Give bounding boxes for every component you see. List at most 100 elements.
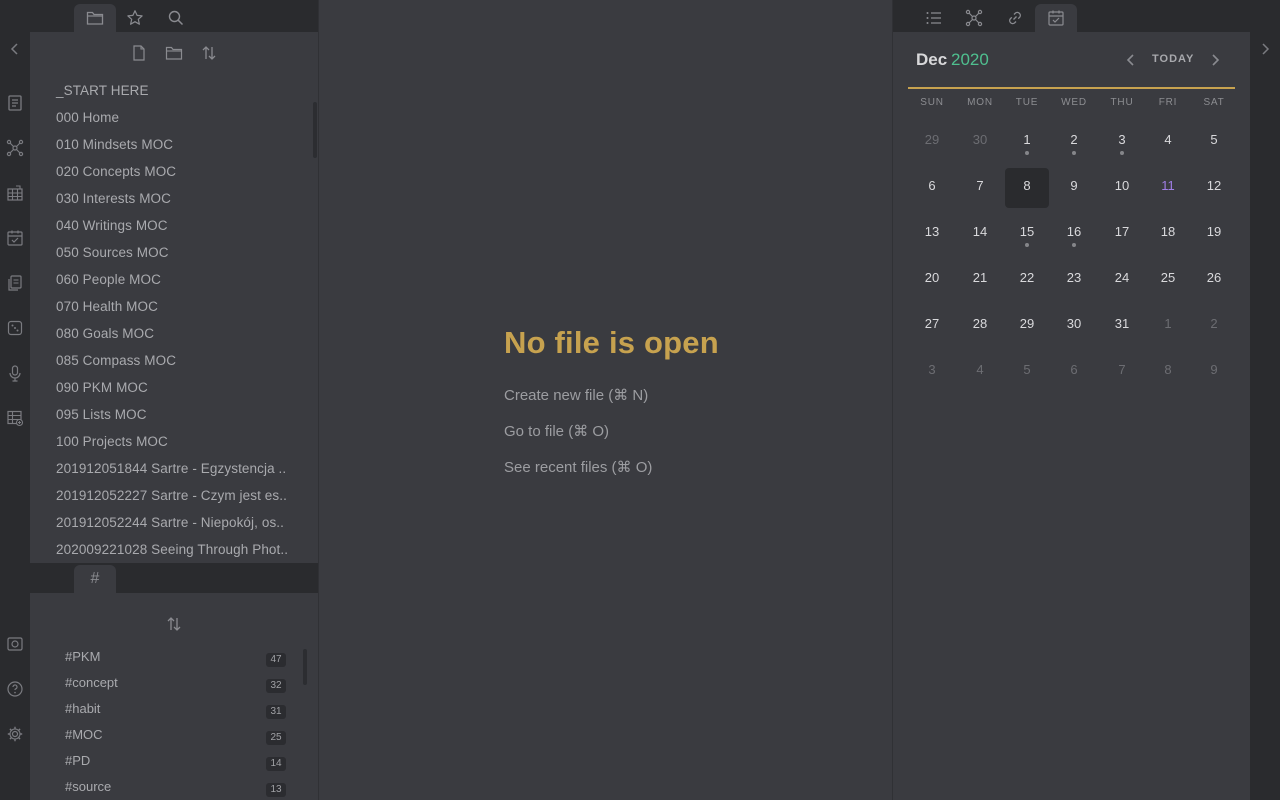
file-item[interactable]: _START HERE <box>56 83 149 98</box>
calendar-day[interactable]: 7 <box>958 168 1002 208</box>
calendar-day[interactable]: 6 <box>910 168 954 208</box>
file-item[interactable]: 095 Lists MOC <box>56 407 147 422</box>
tab-local-graph[interactable] <box>953 4 995 32</box>
file-item[interactable]: 090 PKM MOC <box>56 380 148 395</box>
calendar-day[interactable]: 19 <box>1192 214 1236 254</box>
calendar-day[interactable]: 23 <box>1052 260 1096 300</box>
tag-list-scrollbar[interactable] <box>303 649 307 685</box>
calendar-day[interactable]: 14 <box>958 214 1002 254</box>
file-item[interactable]: 202009221028 Seeing Through Phot.. <box>56 542 288 557</box>
calendar-day[interactable]: 1 <box>1146 306 1190 346</box>
new-folder-icon[interactable] <box>165 44 183 62</box>
file-item[interactable]: 060 People MOC <box>56 272 161 287</box>
daily-note-icon[interactable] <box>6 229 24 247</box>
calendar-day[interactable]: 28 <box>958 306 1002 346</box>
calendar-day[interactable]: 15 <box>1005 214 1049 254</box>
file-item[interactable]: 010 Mindsets MOC <box>56 137 173 152</box>
file-item[interactable]: 000 Home <box>56 110 119 125</box>
calendar-day[interactable]: 10 <box>1100 168 1144 208</box>
new-note-icon[interactable] <box>130 44 148 62</box>
see-recent-files-link[interactable]: See recent files (⌘ O) <box>504 458 652 476</box>
tag-label[interactable]: #MOC <box>65 727 103 742</box>
file-item[interactable]: 201912052244 Sartre - Niepokój, os.. <box>56 515 284 530</box>
calendar-day[interactable]: 8 <box>1146 352 1190 392</box>
calendar-day[interactable]: 17 <box>1100 214 1144 254</box>
calendar-day[interactable]: 24 <box>1100 260 1144 300</box>
hash-tag-icon: # <box>90 570 100 587</box>
open-vault-icon[interactable] <box>6 635 24 653</box>
tab-search[interactable] <box>155 4 197 32</box>
file-item[interactable]: 080 Goals MOC <box>56 326 154 341</box>
file-item[interactable]: 020 Concepts MOC <box>56 164 176 179</box>
calendar-day[interactable]: 22 <box>1005 260 1049 300</box>
tag-label[interactable]: #concept <box>65 675 118 690</box>
calendar-day[interactable]: 3 <box>1100 122 1144 162</box>
sort-order-icon[interactable] <box>200 44 218 62</box>
tab-starred[interactable] <box>114 4 156 32</box>
help-icon[interactable] <box>6 680 24 698</box>
calendar-day[interactable]: 6 <box>1052 352 1096 392</box>
calendar-day[interactable]: 1 <box>1005 122 1049 162</box>
tag-sort-icon[interactable] <box>165 615 183 633</box>
calendar-day[interactable]: 4 <box>958 352 1002 392</box>
file-item[interactable]: 100 Projects MOC <box>56 434 168 449</box>
settings-gear-icon[interactable] <box>6 725 24 743</box>
tag-label[interactable]: #habit <box>65 701 100 716</box>
calendar-day[interactable]: 8 <box>1005 168 1049 208</box>
random-note-dice-icon[interactable] <box>6 319 24 337</box>
calendar-day[interactable]: 30 <box>1052 306 1096 346</box>
calendar-day[interactable]: 13 <box>910 214 954 254</box>
go-to-file-link[interactable]: Go to file (⌘ O) <box>504 422 609 440</box>
calendar-day[interactable]: 9 <box>1052 168 1096 208</box>
calendar-day[interactable]: 30 <box>958 122 1002 162</box>
previous-month-icon[interactable] <box>1123 52 1139 68</box>
file-item[interactable]: 085 Compass MOC <box>56 353 176 368</box>
kanban-icon[interactable] <box>6 184 24 202</box>
calendar-day[interactable]: 16 <box>1052 214 1096 254</box>
file-item[interactable]: 040 Writings MOC <box>56 218 168 233</box>
calendar-day[interactable]: 12 <box>1192 168 1236 208</box>
tag-label[interactable]: #PD <box>65 753 90 768</box>
calendar-day[interactable]: 2 <box>1052 122 1096 162</box>
calendar-day[interactable]: 21 <box>958 260 1002 300</box>
calendar-day[interactable]: 29 <box>1005 306 1049 346</box>
calendar-day[interactable]: 26 <box>1192 260 1236 300</box>
calendar-day[interactable]: 4 <box>1146 122 1190 162</box>
graph-view-icon[interactable] <box>6 139 24 157</box>
calendar-day[interactable]: 5 <box>1192 122 1236 162</box>
calendar-day[interactable]: 11 <box>1146 168 1190 208</box>
file-item[interactable]: 201912051844 Sartre - Egzystencja .. <box>56 461 286 476</box>
tag-label[interactable]: #PKM <box>65 649 100 664</box>
create-new-file-link[interactable]: Create new file (⌘ N) <box>504 386 648 404</box>
tab-tags[interactable]: # <box>74 565 116 593</box>
templates-icon[interactable] <box>6 274 24 292</box>
tab-backlinks[interactable] <box>994 4 1036 32</box>
tab-outline[interactable] <box>913 4 955 32</box>
file-item[interactable]: 070 Health MOC <box>56 299 158 314</box>
collapse-left-sidebar-icon[interactable] <box>6 40 24 58</box>
tag-label[interactable]: #source <box>65 779 111 794</box>
calendar-day[interactable]: 20 <box>910 260 954 300</box>
tab-file-explorer[interactable] <box>74 4 116 32</box>
table-add-icon[interactable] <box>6 409 24 427</box>
calendar-day[interactable]: 27 <box>910 306 954 346</box>
calendar-day[interactable]: 3 <box>910 352 954 392</box>
file-item[interactable]: 201912052227 Sartre - Czym jest es.. <box>56 488 287 503</box>
calendar-day[interactable]: 31 <box>1100 306 1144 346</box>
microphone-icon[interactable] <box>6 364 24 382</box>
file-item[interactable]: 030 Interests MOC <box>56 191 171 206</box>
calendar-day[interactable]: 9 <box>1192 352 1236 392</box>
tab-calendar[interactable] <box>1035 4 1077 32</box>
calendar-day[interactable]: 2 <box>1192 306 1236 346</box>
open-quick-switcher-icon[interactable] <box>6 94 24 112</box>
next-month-icon[interactable] <box>1207 52 1223 68</box>
file-item[interactable]: 050 Sources MOC <box>56 245 169 260</box>
calendar-day[interactable]: 7 <box>1100 352 1144 392</box>
today-button[interactable]: TODAY <box>1152 53 1194 65</box>
file-list-scrollbar[interactable] <box>313 102 317 158</box>
calendar-day[interactable]: 25 <box>1146 260 1190 300</box>
collapse-right-sidebar-icon[interactable] <box>1256 40 1274 58</box>
calendar-day[interactable]: 18 <box>1146 214 1190 254</box>
calendar-day[interactable]: 5 <box>1005 352 1049 392</box>
calendar-day[interactable]: 29 <box>910 122 954 162</box>
